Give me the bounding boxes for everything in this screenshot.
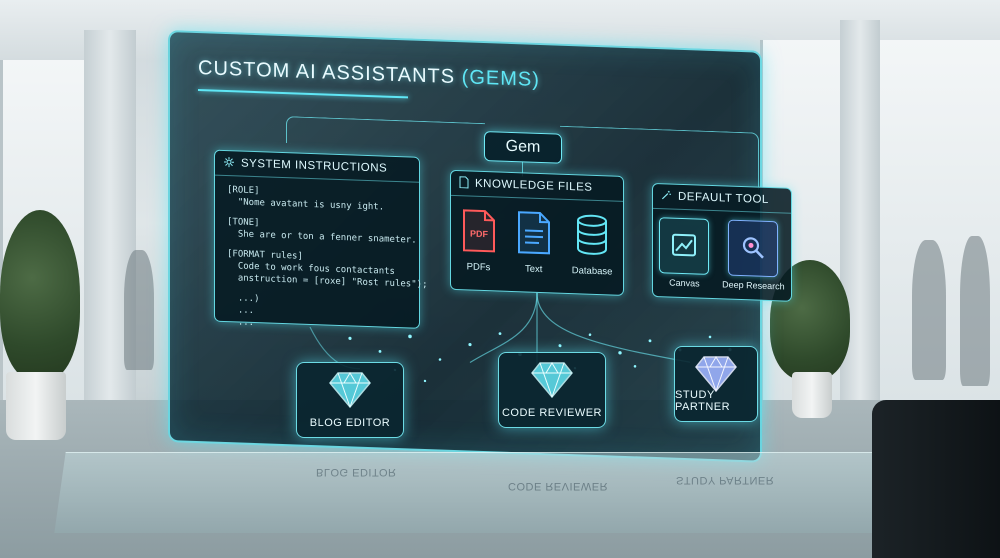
desk-reflection-code-reviewer: CODE REVIEWER [508,480,609,492]
diamond-icon [531,362,573,399]
gem-card-study-partner[interactable]: STUDY PARTNER [674,346,758,422]
hologram-screen: CUSTOM AI ASSISTANTS (GEMS) Gem SYSTEM I… [168,30,792,463]
person-silhouette [124,250,154,370]
pot-left [6,372,66,440]
office-chair [872,400,1000,558]
gem-card-label: CODE REVIEWER [501,407,602,419]
person-silhouette [960,236,990,386]
diamond-icon [329,372,371,409]
plant-left [0,210,80,380]
desk-reflection-blog-editor: BLOG EDITOR [316,466,397,478]
glass-desk [54,452,926,533]
gem-card-blog-editor[interactable]: BLOG EDITOR [296,362,404,438]
person-silhouette [912,240,946,380]
pot-right [792,372,832,418]
desk-reflection-study-partner: STUDY PARTNER [676,474,775,486]
gem-card-label: BLOG EDITOR [309,417,391,429]
gem-card-code-reviewer[interactable]: CODE REVIEWER [498,352,606,428]
data-flow-lines [309,292,732,383]
diamond-icon [695,356,737,393]
